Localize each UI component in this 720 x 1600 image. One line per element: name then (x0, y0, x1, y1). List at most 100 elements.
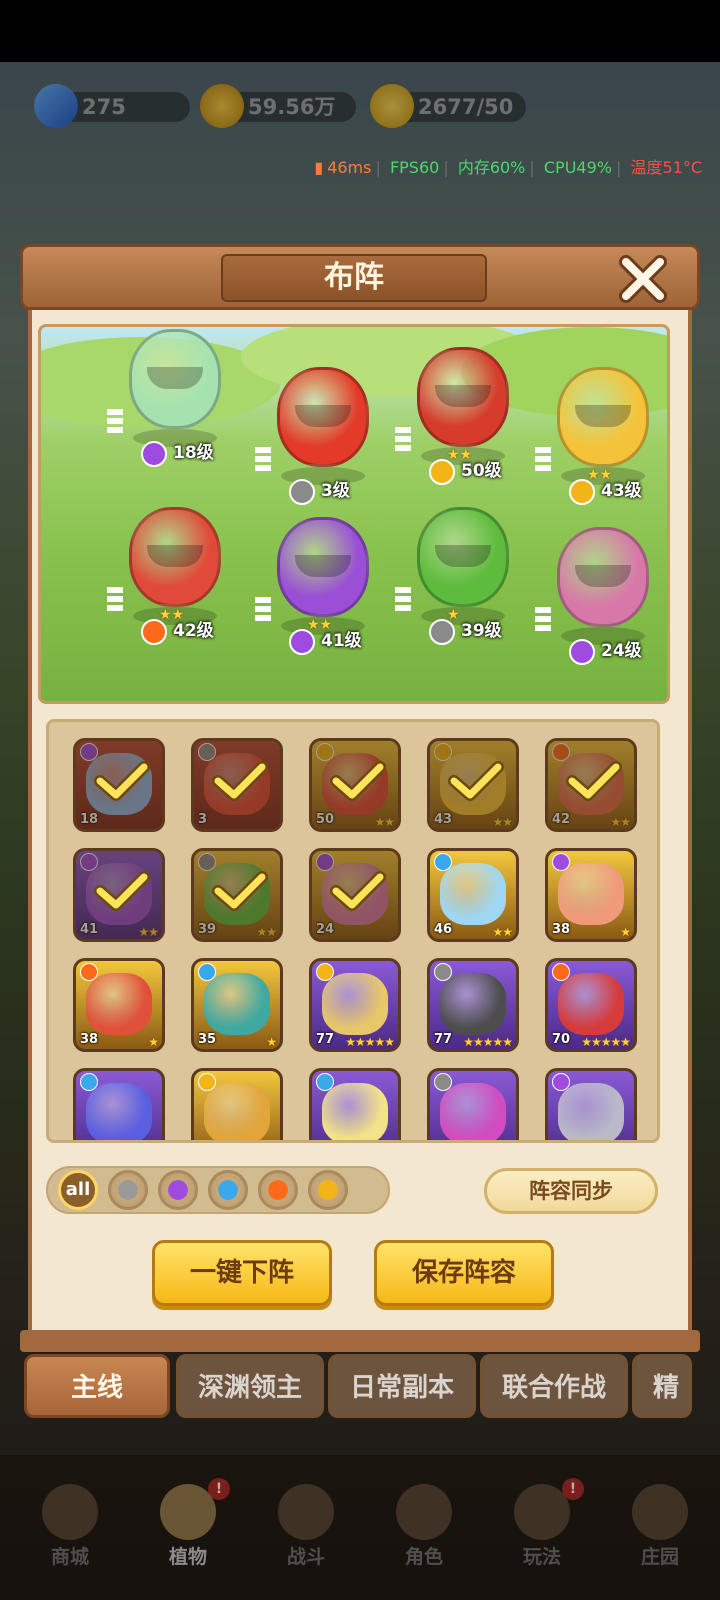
formation-grid-icon (395, 587, 411, 611)
nav-label: 商城 (50, 1546, 89, 1568)
lineup-slot[interactable]: ★★ 42级 (103, 497, 243, 657)
tab-rail (20, 1330, 700, 1352)
plant-card[interactable] (545, 1068, 637, 1140)
water-drop-icon[interactable] (208, 1170, 248, 1210)
formation-grid-icon (255, 597, 271, 621)
level-text: 24级 (601, 641, 642, 661)
poison-icon (289, 629, 315, 655)
plant-card[interactable]: 43 ★★ (427, 738, 519, 832)
lineup-slot[interactable]: ★★ 43级 (531, 357, 667, 517)
formation-grid-icon (395, 427, 411, 451)
plant-card[interactable]: 50 ★★ (309, 738, 401, 832)
checkmark-icon (566, 761, 622, 801)
fire-icon (141, 619, 167, 645)
level-text: 18级 (173, 443, 214, 463)
blade-icon (289, 479, 315, 505)
lightning-icon[interactable] (308, 1170, 348, 1210)
plant-card[interactable]: 24 (309, 848, 401, 942)
plant-card[interactable]: 77 ★★★★★ (309, 958, 401, 1052)
level-text: 41级 (321, 631, 362, 651)
formation-grid-icon (107, 409, 123, 433)
fire-icon (80, 963, 98, 981)
plant-card[interactable]: 41 ★★ (73, 848, 165, 942)
checkmark-icon (448, 761, 504, 801)
nav-item[interactable]: 战斗 (256, 1470, 356, 1580)
sync-lineup-button[interactable]: 阵容同步 (484, 1168, 658, 1214)
tab-stage[interactable]: 日常副本 (328, 1354, 476, 1418)
star-rating: ★★★★★ (345, 1035, 395, 1049)
water-icon (198, 963, 216, 981)
memory-value: 内存60% (457, 158, 526, 177)
card-level: 70 (552, 1032, 571, 1047)
cpu-value: CPU49% (543, 158, 612, 177)
nav-icon (632, 1484, 688, 1540)
nav-label: 庄园 (640, 1546, 679, 1568)
nav-item[interactable]: 角色 (374, 1470, 474, 1580)
dialog-title: 布阵 (324, 260, 384, 295)
poison-icon (569, 639, 595, 665)
lineup-slot[interactable]: 3级 (251, 357, 391, 517)
lineup-slot[interactable]: ★★ 41级 (251, 507, 391, 667)
star-rating: ★★★★★ (463, 1035, 513, 1049)
plant-card[interactable]: 70 ★★★★★ (545, 958, 637, 1052)
tab-stage[interactable]: 联合作战 (480, 1354, 628, 1418)
sword-icon[interactable] (108, 1170, 148, 1210)
blade-icon (434, 1073, 452, 1091)
checkmark-icon (330, 871, 386, 911)
card-level: 46 (434, 922, 453, 937)
blade-icon (429, 619, 455, 645)
nav-item[interactable]: 商城 (20, 1470, 120, 1580)
tab-stage[interactable]: 主线 (24, 1354, 170, 1418)
plant-card[interactable]: 42 ★★ (545, 738, 637, 832)
lineup-slot[interactable]: ★ 39级 (391, 497, 531, 657)
poison-flask-icon[interactable] (158, 1170, 198, 1210)
nav-item[interactable]: 植物! (138, 1470, 238, 1580)
formation-grid-icon (107, 587, 123, 611)
lineup-slot[interactable]: 24级 (531, 517, 667, 677)
card-level: 35 (198, 1032, 217, 1047)
close-x-icon[interactable] (616, 252, 670, 306)
formation-grid-icon (535, 607, 551, 631)
plant-card[interactable]: 3 (191, 738, 283, 832)
lightning-icon (429, 459, 455, 485)
plant-portrait (440, 1083, 506, 1140)
nav-label: 植物 (168, 1546, 207, 1568)
plant-card[interactable]: 77 ★★★★★ (427, 958, 519, 1052)
save-lineup-button[interactable]: 保存阵容 (374, 1240, 554, 1306)
card-level: 77 (316, 1032, 335, 1047)
flame-icon[interactable] (258, 1170, 298, 1210)
fire-icon (552, 963, 570, 981)
plant-card[interactable]: 38 ★ (545, 848, 637, 942)
perf-overlay: ▮ 46ms | FPS60 | 内存60% | CPU49% | 温度51°C (314, 158, 702, 177)
plant-card[interactable]: 46 ★★ (427, 848, 519, 942)
plant-card[interactable] (309, 1068, 401, 1140)
star-rating: ★★★★★ (581, 1035, 631, 1049)
formation-grid-icon (535, 447, 551, 471)
plant-card[interactable]: 35 ★ (191, 958, 283, 1052)
lineup-slot[interactable]: 18级 (103, 327, 243, 479)
tab-stage[interactable]: 深渊领主 (176, 1354, 324, 1418)
plant-card[interactable]: 38 ★ (73, 958, 165, 1052)
nav-item[interactable]: 玩法! (492, 1470, 592, 1580)
star-rating: ★ (266, 1035, 277, 1049)
tab-stage[interactable]: 精 (632, 1354, 692, 1418)
plant-card[interactable] (73, 1068, 165, 1140)
level-label: 42级 (141, 617, 214, 645)
blade-icon (434, 963, 452, 981)
level-text: 3级 (321, 481, 350, 501)
plant-card[interactable] (427, 1068, 519, 1140)
lightning-icon (198, 1073, 216, 1091)
nav-item[interactable]: 庄园 (610, 1470, 710, 1580)
checkmark-icon (212, 761, 268, 801)
plant-card[interactable]: 18 (73, 738, 165, 832)
water-icon (434, 853, 452, 871)
battlefield-preview: 18级 3级 ★★ 50级 ★★ 43级 ★★ 42级 ★★ 41级 ★ 39级 24级 (38, 324, 670, 704)
plant-card[interactable]: 39 ★★ (191, 848, 283, 942)
plant-portrait (322, 973, 388, 1035)
plant-card[interactable] (191, 1068, 283, 1140)
lineup-slot[interactable]: ★★ 50级 (391, 337, 531, 497)
unload-all-button[interactable]: 一键下阵 (152, 1240, 332, 1306)
level-label: 18级 (141, 439, 214, 467)
checkmark-icon (94, 761, 150, 801)
all-filter[interactable]: all (58, 1170, 98, 1210)
